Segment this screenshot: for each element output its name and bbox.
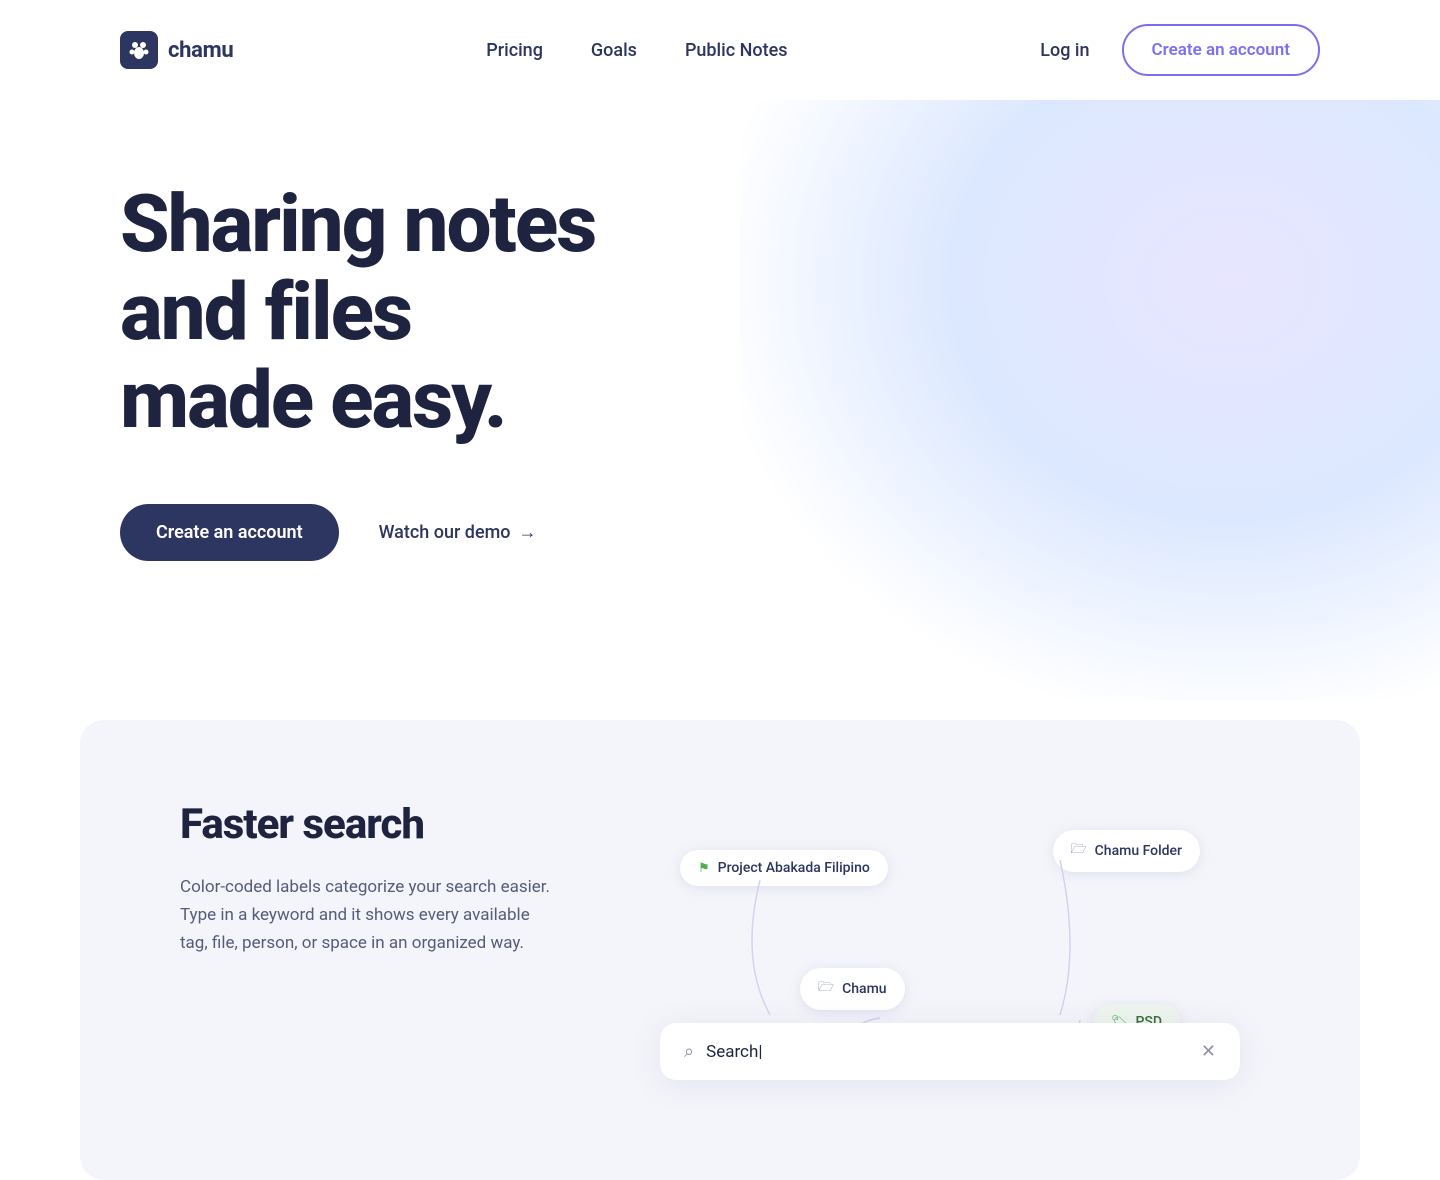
project-icon: ⚑ xyxy=(698,861,710,876)
nav-item-pricing[interactable]: Pricing xyxy=(486,40,543,61)
tag-chamu-folder: 🗁 Chamu Folder xyxy=(1053,830,1200,872)
feature-text: Faster search Color-coded labels categor… xyxy=(180,800,560,957)
watch-demo-link[interactable]: Watch our demo → xyxy=(379,522,537,543)
nav-item-public-notes[interactable]: Public Notes xyxy=(685,40,788,61)
create-account-hero-button[interactable]: Create an account xyxy=(120,504,339,561)
login-link[interactable]: Log in xyxy=(1040,40,1089,61)
search-close-icon[interactable]: ✕ xyxy=(1201,1041,1216,1062)
watch-demo-text: Watch our demo xyxy=(379,522,511,543)
watch-demo-arrow-icon: → xyxy=(519,522,537,543)
feature-title: Faster search xyxy=(180,800,560,849)
hero-cta-area: Create an account Watch our demo → xyxy=(120,504,1320,561)
search-input[interactable]: Search| xyxy=(706,1042,1189,1062)
logo-link[interactable]: chamu xyxy=(120,31,233,69)
create-account-nav-button[interactable]: Create an account xyxy=(1122,24,1320,76)
search-box[interactable]: ⌕ Search| ✕ xyxy=(660,1023,1240,1080)
tag-chamu-label: Chamu xyxy=(842,981,886,997)
hero-background xyxy=(740,100,1440,700)
tag-chamu: 🗁 Chamu xyxy=(800,968,905,1010)
header-actions: Log in Create an account xyxy=(1040,24,1320,76)
tag-project-label: Project Abakada Filipino xyxy=(718,860,870,876)
feature-section: Faster search Color-coded labels categor… xyxy=(80,720,1360,1180)
folder-icon: 🗁 xyxy=(1071,840,1087,862)
search-input-icon: ⌕ xyxy=(684,1041,694,1062)
hero-title: Sharing notes and files made easy. xyxy=(120,180,770,444)
search-illustration: ⚑ Project Abakada Filipino 🗁 Chamu Folde… xyxy=(640,820,1260,1100)
chamu-folder-icon: 🗁 xyxy=(818,978,834,1000)
logo-text: chamu xyxy=(168,38,233,63)
header: chamu Pricing Goals Public Notes Log in … xyxy=(0,0,1440,100)
tag-project: ⚑ Project Abakada Filipino xyxy=(680,850,888,886)
tag-chamu-folder-label: Chamu Folder xyxy=(1095,843,1182,859)
main-nav: Pricing Goals Public Notes xyxy=(486,40,787,61)
logo-icon xyxy=(120,31,158,69)
nav-item-goals[interactable]: Goals xyxy=(591,40,637,61)
hero-section: Sharing notes and files made easy. Creat… xyxy=(0,100,1440,720)
feature-description: Color-coded labels categorize your searc… xyxy=(180,873,560,957)
